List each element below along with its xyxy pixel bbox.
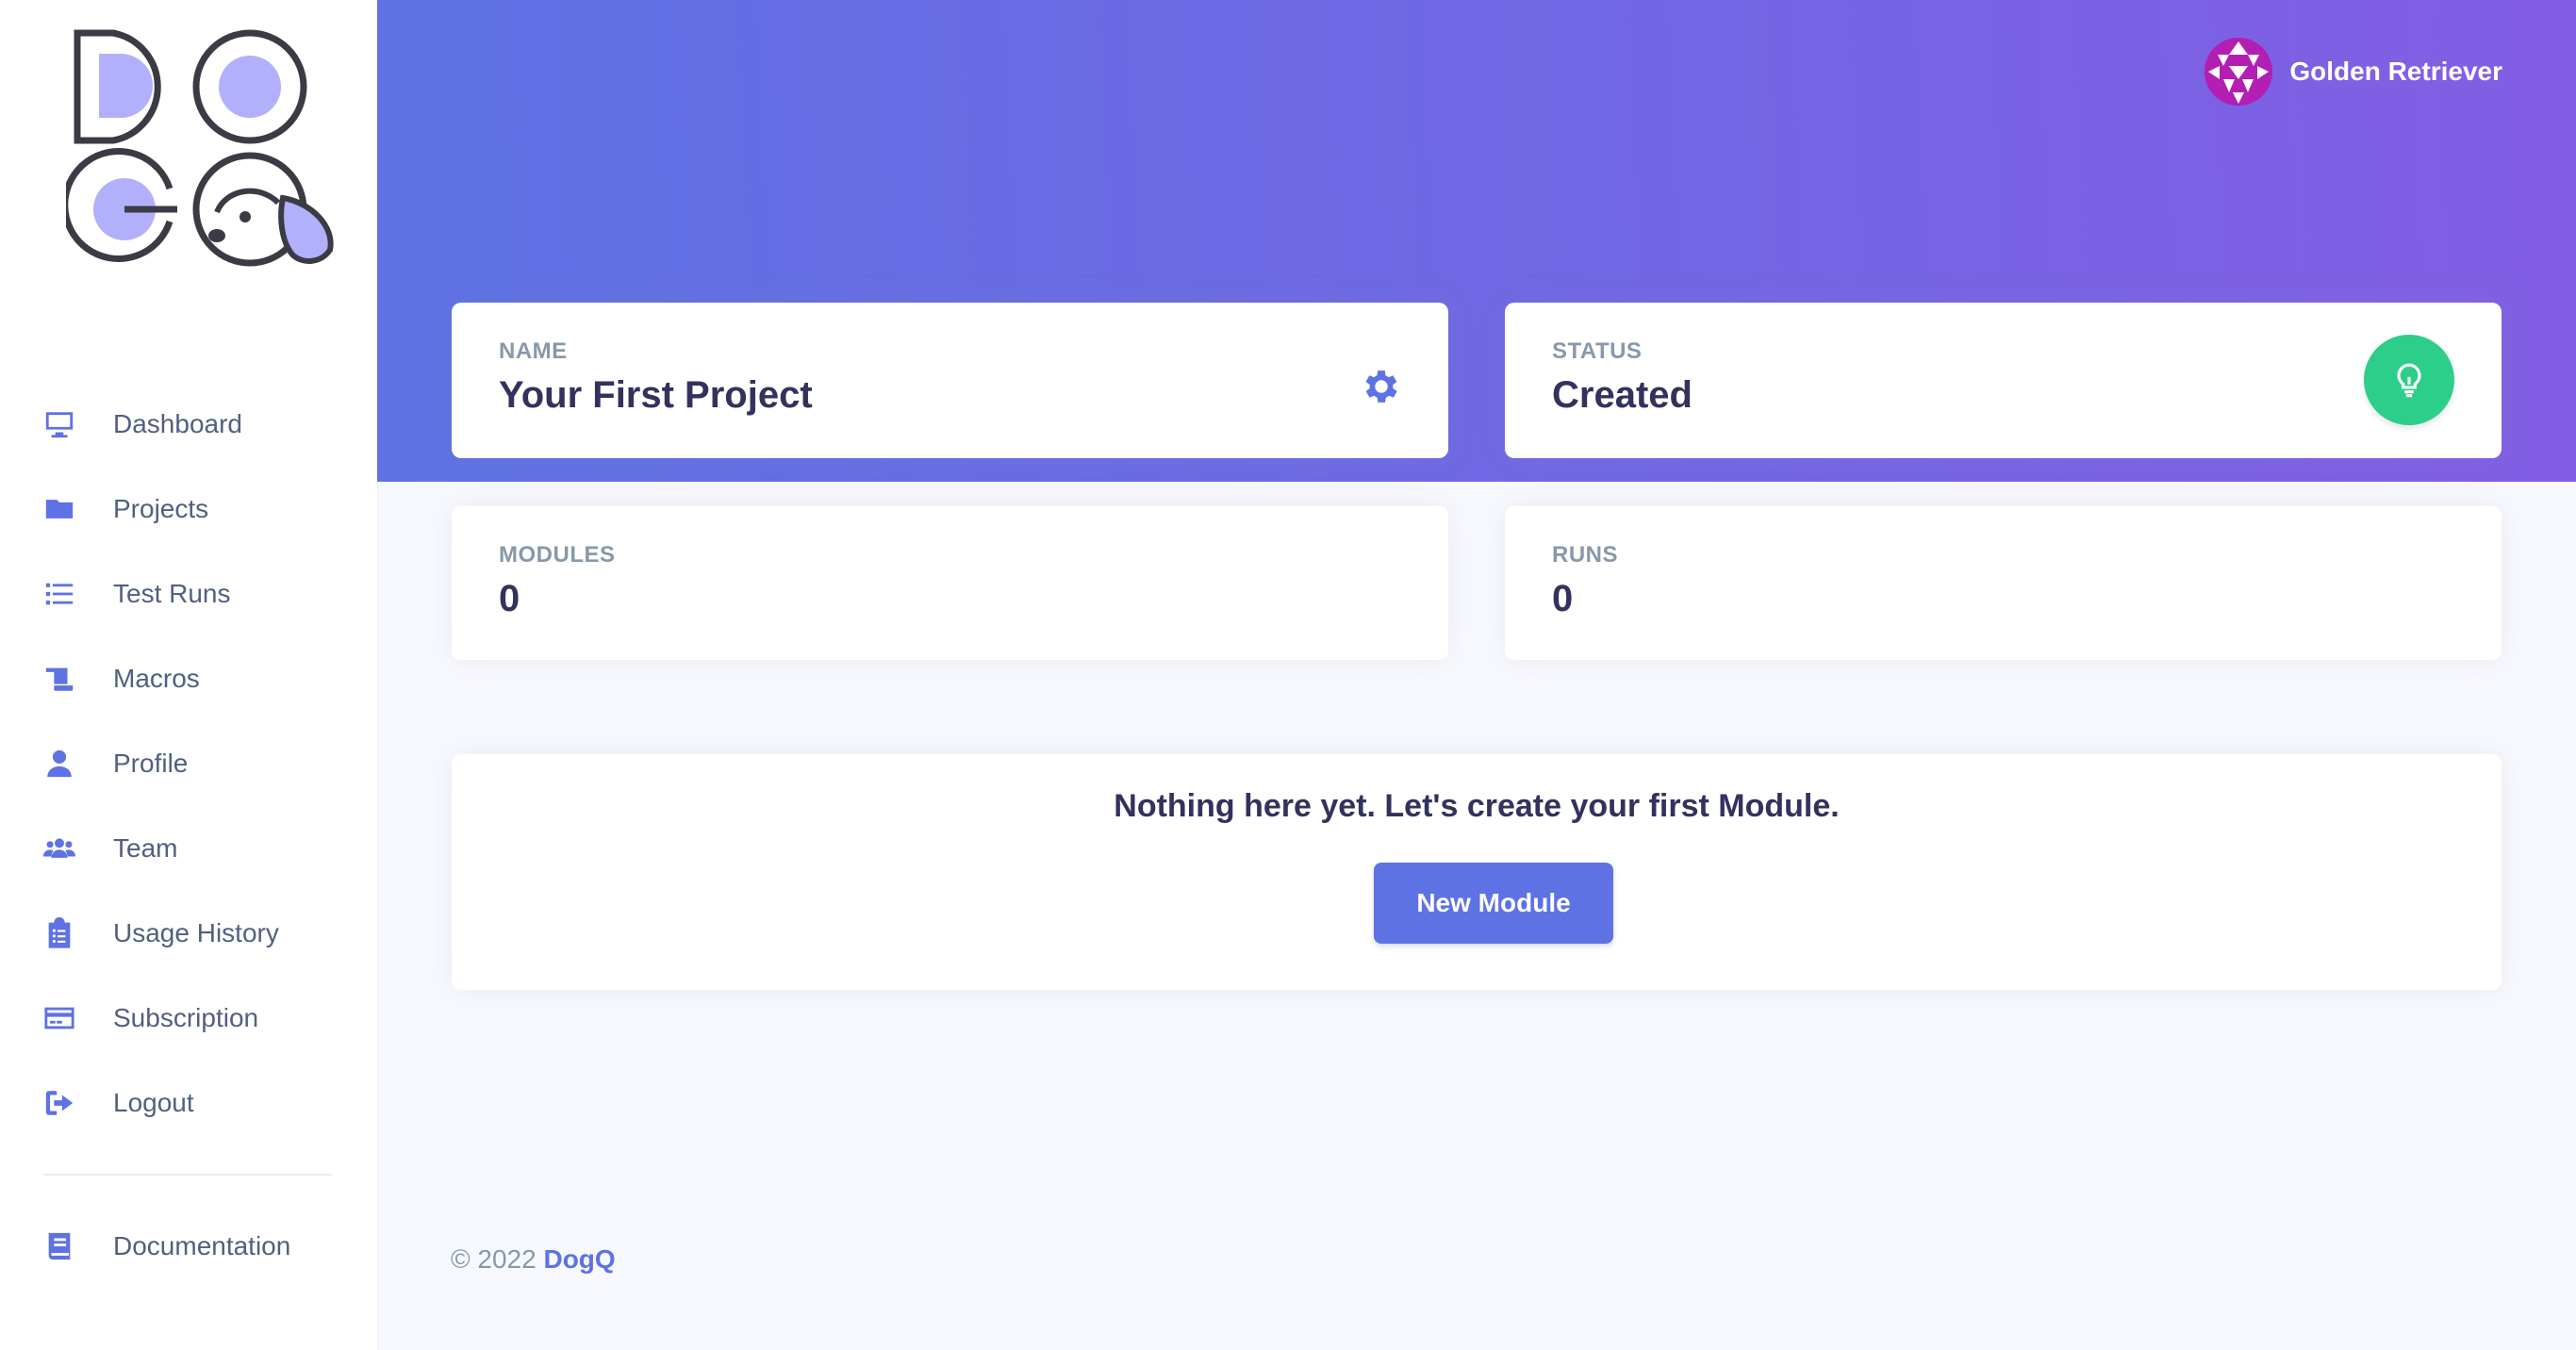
card-title: RUNS	[1552, 542, 1619, 568]
sidebar-item-usage-history[interactable]: Usage History	[0, 891, 377, 976]
scroll-icon	[43, 663, 75, 695]
book-icon	[43, 1230, 75, 1262]
project-status-card: STATUS Created	[1505, 303, 2502, 458]
sidebar-item-label: Projects	[113, 494, 209, 523]
new-module-button[interactable]: New Module	[1374, 863, 1613, 944]
sidebar-item-label: Logout	[113, 1088, 194, 1117]
footer: © 2022 DogQ	[451, 1244, 616, 1275]
project-status: Created	[1552, 374, 1693, 416]
credit-card-icon	[43, 1002, 75, 1034]
runs-count: 0	[1552, 578, 1574, 619]
status-badge	[2364, 335, 2454, 425]
lightbulb-icon	[2397, 363, 2421, 398]
sidebar-item-label: Profile	[113, 749, 189, 778]
folder-icon	[43, 493, 75, 525]
clipboard-icon	[43, 917, 75, 949]
card-title: NAME	[499, 338, 568, 364]
project-name-card: NAME Your First Project	[452, 303, 1448, 458]
dogq-logo[interactable]	[66, 24, 339, 269]
sidebar-item-label: Subscription	[113, 1003, 259, 1032]
logout-icon	[43, 1087, 75, 1119]
sidebar-divider	[43, 1174, 332, 1176]
sidebar-item-macros[interactable]: Macros	[0, 636, 377, 721]
footer-brand-link[interactable]: DogQ	[543, 1244, 615, 1274]
user-icon	[43, 748, 75, 780]
desktop-icon	[43, 408, 75, 440]
sidebar-item-label: Usage History	[113, 918, 279, 947]
sidebar-item-logout[interactable]: Logout	[0, 1061, 377, 1145]
user-menu[interactable]: Golden Retriever	[2204, 38, 2502, 106]
empty-state-card: Nothing here yet. Let's create your firs…	[452, 754, 2502, 990]
sidebar-nav: Dashboard Projects Test Runs Macros Prof…	[0, 382, 377, 1145]
avatar	[2204, 38, 2273, 106]
modules-count: 0	[499, 578, 520, 619]
sidebar-item-label: Macros	[113, 664, 200, 693]
project-name: Your First Project	[499, 374, 813, 416]
sidebar-item-label: Dashboard	[113, 409, 242, 438]
card-title: STATUS	[1552, 338, 1643, 364]
modules-card: MODULES 0	[452, 506, 1448, 660]
sidebar-item-label: Test Runs	[113, 579, 231, 608]
sidebar-item-projects[interactable]: Projects	[0, 467, 377, 552]
sidebar-item-dashboard[interactable]: Dashboard	[0, 382, 377, 467]
list-icon	[43, 578, 75, 610]
copyright-text: © 2022	[451, 1244, 537, 1274]
sidebar: Dashboard Projects Test Runs Macros Prof…	[0, 0, 377, 1350]
empty-state-message: Nothing here yet. Let's create your firs…	[1114, 788, 1840, 824]
sidebar-item-documentation[interactable]: Documentation	[0, 1204, 377, 1289]
gear-icon[interactable]	[1360, 365, 1403, 408]
sidebar-item-label: Team	[113, 833, 178, 863]
sidebar-item-label: Documentation	[113, 1231, 291, 1260]
sidebar-item-test-runs[interactable]: Test Runs	[0, 552, 377, 636]
card-title: MODULES	[499, 542, 616, 568]
sidebar-item-profile[interactable]: Profile	[0, 721, 377, 806]
sidebar-item-subscription[interactable]: Subscription	[0, 976, 377, 1061]
sidebar-item-team[interactable]: Team	[0, 806, 377, 891]
users-icon	[43, 832, 75, 864]
user-name: Golden Retriever	[2289, 57, 2502, 86]
runs-card: RUNS 0	[1505, 506, 2502, 660]
